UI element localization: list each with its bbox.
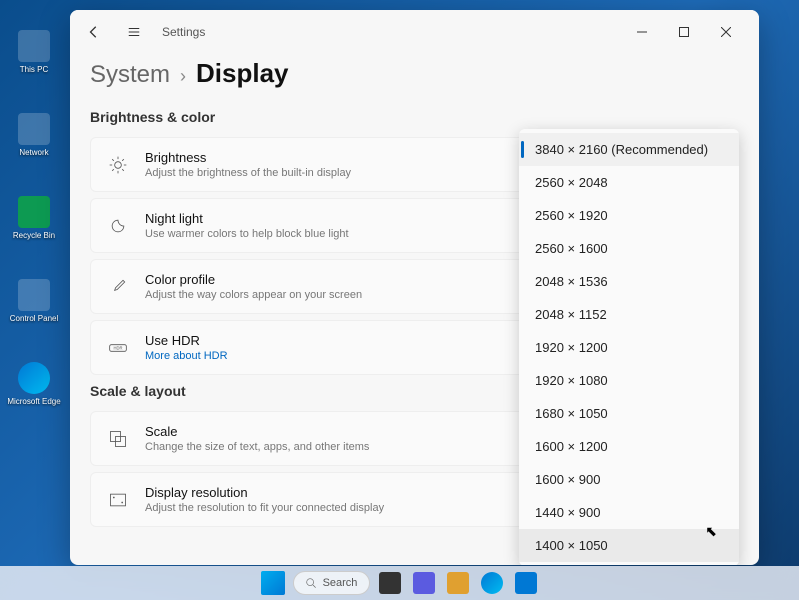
search-icon: [306, 578, 317, 589]
back-arrow-icon: [87, 25, 101, 39]
resolution-option[interactable]: 2048 × 1536: [519, 265, 739, 298]
close-button[interactable]: [705, 18, 747, 46]
desktop-icon-recycle[interactable]: Recycle Bin: [10, 196, 58, 244]
resolution-option[interactable]: 2560 × 1600: [519, 232, 739, 265]
resolution-option[interactable]: 1600 × 900: [519, 463, 739, 496]
settings-window: Settings System › Display Brightness & c…: [70, 10, 759, 565]
task-view-icon: [379, 572, 401, 594]
resolution-option[interactable]: 1600 × 1200: [519, 430, 739, 463]
recycle-bin-icon: [18, 196, 50, 228]
taskbar-search[interactable]: Search: [293, 571, 371, 595]
sun-icon: [107, 154, 129, 176]
breadcrumb: System › Display: [70, 54, 759, 101]
window-titlebar: Settings: [70, 10, 759, 54]
taskbar-app-3[interactable]: [444, 569, 472, 597]
start-button[interactable]: [259, 569, 287, 597]
menu-button[interactable]: [122, 20, 146, 44]
resolution-option[interactable]: 2560 × 2048: [519, 166, 739, 199]
taskbar-app-1[interactable]: [376, 569, 404, 597]
desktop-icon-control-panel[interactable]: Control Panel: [10, 279, 58, 327]
resolution-option[interactable]: 1680 × 1050: [519, 397, 739, 430]
hamburger-icon: [127, 25, 141, 39]
section-brightness-color: Brightness & color: [90, 109, 739, 125]
minimize-button[interactable]: [621, 18, 663, 46]
edge-taskbar-icon: [481, 572, 503, 594]
desktop-icons: This PC Network Recycle Bin Control Pane…: [10, 30, 58, 410]
mouse-cursor-icon: ⬉: [705, 523, 717, 540]
control-panel-icon: [18, 279, 50, 311]
search-placeholder: Search: [323, 577, 358, 589]
app-title: Settings: [162, 25, 205, 39]
eyedropper-icon: [107, 276, 129, 298]
moon-icon: [107, 215, 129, 237]
chat-icon: [413, 572, 435, 594]
desktop-icon-edge[interactable]: Microsoft Edge: [10, 362, 58, 410]
store-icon: [515, 572, 537, 594]
network-icon: [18, 113, 50, 145]
resolution-dropdown[interactable]: 3840 × 2160 (Recommended)2560 × 20482560…: [519, 129, 739, 565]
taskbar-app-5[interactable]: [512, 569, 540, 597]
this-pc-icon: [18, 30, 50, 62]
resolution-option[interactable]: 1920 × 1200: [519, 331, 739, 364]
resolution-option[interactable]: 2048 × 1152: [519, 298, 739, 331]
scale-icon: [107, 428, 129, 450]
resolution-option[interactable]: 3840 × 2160 (Recommended): [519, 133, 739, 166]
windows-logo-icon: [261, 571, 285, 595]
chevron-right-icon: ›: [180, 66, 186, 87]
desktop-icon-network[interactable]: Network: [10, 113, 58, 161]
hdr-icon: HDR: [107, 337, 129, 359]
resolution-option[interactable]: 1920 × 1080: [519, 364, 739, 397]
resolution-option[interactable]: 2560 × 1920: [519, 199, 739, 232]
settings-content: Brightness & color Brightness Adjust the…: [70, 101, 759, 565]
svg-text:HDR: HDR: [113, 345, 122, 350]
maximize-button[interactable]: [663, 18, 705, 46]
maximize-icon: [679, 27, 689, 37]
taskbar: Search: [0, 566, 799, 600]
minimize-icon: [637, 27, 647, 37]
breadcrumb-parent[interactable]: System: [90, 61, 170, 89]
desktop-icon-this-pc[interactable]: This PC: [10, 30, 58, 78]
taskbar-app-2[interactable]: [410, 569, 438, 597]
resolution-icon: [107, 489, 129, 511]
back-button[interactable]: [82, 20, 106, 44]
breadcrumb-current: Display: [196, 58, 289, 89]
taskbar-app-4[interactable]: [478, 569, 506, 597]
close-icon: [721, 27, 731, 37]
explorer-icon: [447, 572, 469, 594]
edge-icon: [18, 362, 50, 394]
